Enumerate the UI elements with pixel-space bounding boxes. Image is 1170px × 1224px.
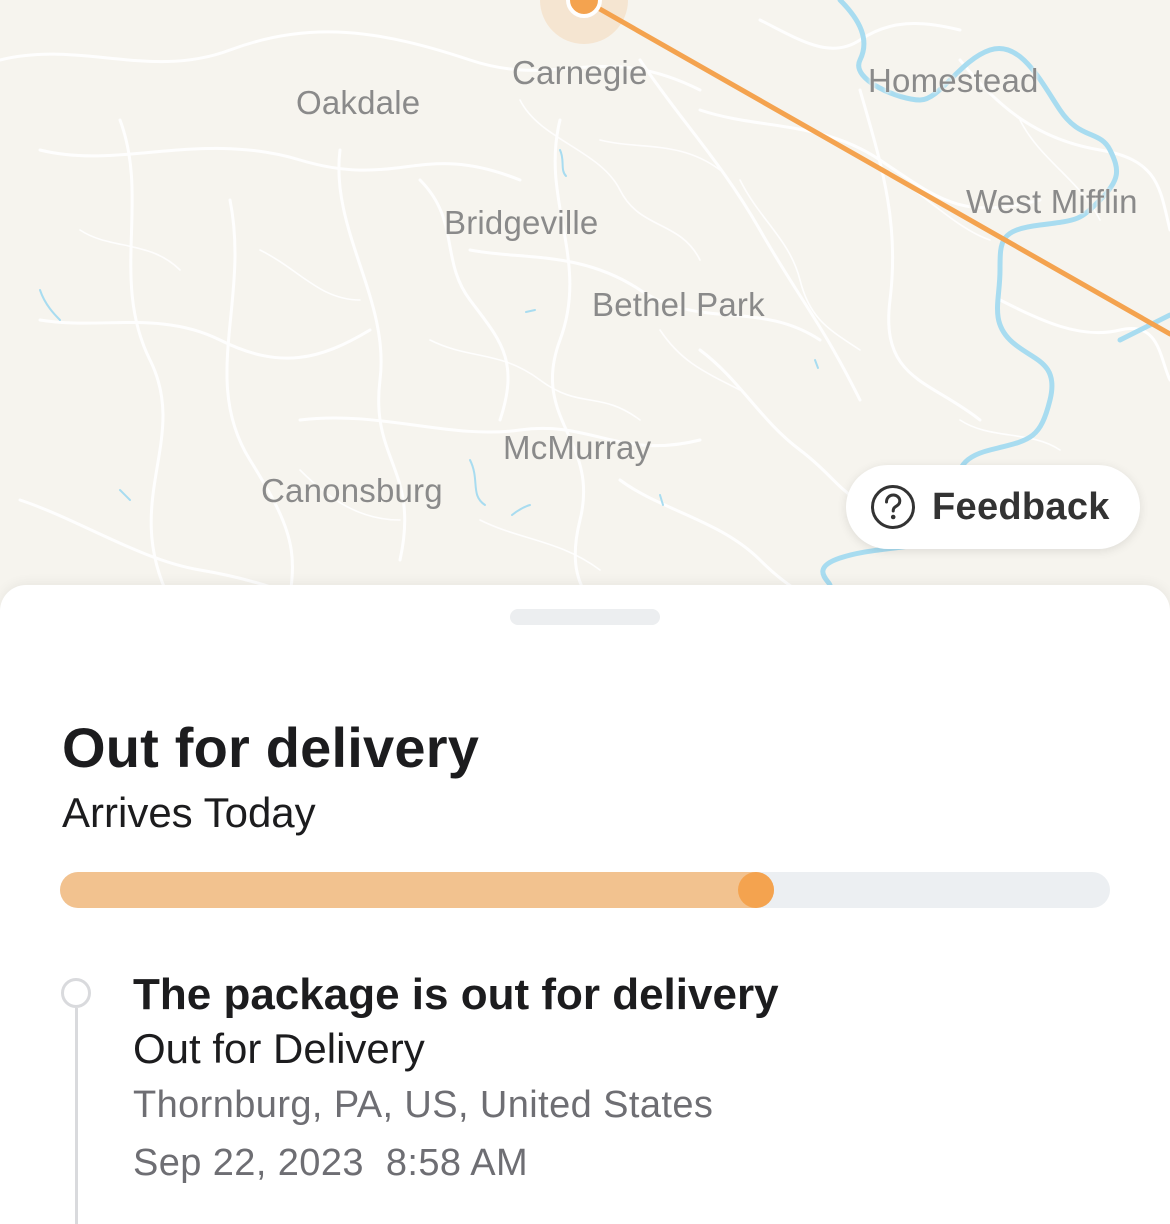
question-circle-icon (870, 484, 916, 530)
map-label-west-mifflin: West Mifflin (966, 183, 1138, 220)
feedback-button[interactable]: Feedback (846, 465, 1140, 549)
feedback-label: Feedback (932, 485, 1110, 528)
route-line (581, 0, 1170, 337)
event-status: Out for Delivery (133, 1025, 425, 1072)
map-label-mcmurray: McMurray (503, 429, 652, 466)
event-date: Sep 22, 2023 (133, 1142, 364, 1184)
map-label-carnegie: Carnegie (512, 54, 648, 91)
status-title: Out for delivery (62, 716, 480, 779)
sheet-grabber[interactable] (510, 609, 660, 625)
map-label-bridgeville: Bridgeville (444, 204, 599, 241)
map-label-canonsburg: Canonsburg (261, 472, 443, 509)
tracking-screen: Carnegie Oakdale Homestead West Mifflin … (0, 0, 1170, 1224)
timeline-line (75, 1008, 78, 1224)
map-label-homestead: Homestead (868, 62, 1039, 99)
event-title: The package is out for delivery (133, 970, 779, 1019)
delivery-progress-bar (60, 872, 1110, 908)
map-label-oakdale: Oakdale (296, 84, 421, 121)
status-subtitle: Arrives Today (62, 789, 316, 836)
progress-knob (738, 872, 774, 908)
tracking-timeline: The package is out for delivery Out for … (0, 970, 1170, 1224)
event-datetime: Sep 22, 2023 8:58 AM (133, 1142, 528, 1185)
route-map[interactable]: Carnegie Oakdale Homestead West Mifflin … (0, 0, 1170, 640)
map-label-bethel-park: Bethel Park (592, 286, 765, 323)
origin-marker (566, 0, 602, 18)
timeline-dot (61, 978, 91, 1008)
tracking-sheet: Out for delivery Arrives Today The packa… (0, 585, 1170, 1224)
progress-fill (60, 872, 774, 908)
event-location: Thornburg, PA, US, United States (133, 1084, 714, 1126)
event-time: 8:58 AM (385, 1142, 529, 1184)
